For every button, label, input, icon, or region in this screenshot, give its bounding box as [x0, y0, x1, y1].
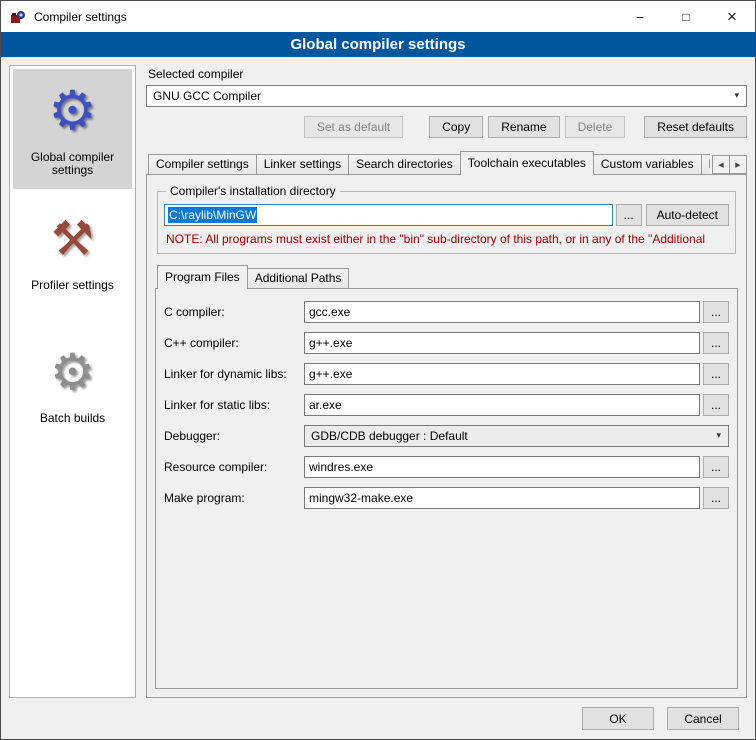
- set-as-default-button[interactable]: Set as default: [304, 116, 403, 138]
- debugger-label: Debugger:: [164, 429, 304, 443]
- tab-compiler-settings[interactable]: Compiler settings: [148, 154, 257, 174]
- dialog-header: Global compiler settings: [1, 32, 755, 57]
- tab-search-directories[interactable]: Search directories: [348, 154, 461, 174]
- installation-directory-group-title: Compiler's installation directory: [166, 184, 340, 198]
- linker-dynamic-input[interactable]: [304, 363, 700, 385]
- minimize-button[interactable]: −: [617, 1, 663, 32]
- cpp-compiler-label: C++ compiler:: [164, 336, 304, 350]
- arrow-right-icon: ▶: [735, 161, 740, 169]
- reset-defaults-button[interactable]: Reset defaults: [644, 116, 747, 138]
- make-program-label: Make program:: [164, 491, 304, 505]
- form-row-make-program: Make program: ...: [164, 487, 729, 509]
- installation-directory-browse-button[interactable]: ...: [616, 204, 642, 226]
- main-content: Selected compiler GNU GCC Compiler ▾ Set…: [146, 65, 747, 698]
- global-compiler-settings-icon: ⚙: [48, 77, 96, 145]
- tab-toolchain-executables[interactable]: Toolchain executables: [460, 151, 594, 175]
- batch-builds-icon: ⚙: [50, 338, 95, 406]
- sidebar-item-profiler-settings[interactable]: ⚒ Profiler settings: [13, 197, 132, 304]
- tab-linker-settings[interactable]: Linker settings: [256, 154, 349, 174]
- form-row-resource-compiler: Resource compiler: ...: [164, 456, 729, 478]
- selected-compiler-dropdown[interactable]: GNU GCC Compiler ▾: [146, 85, 747, 107]
- close-button[interactable]: ×: [709, 1, 755, 32]
- cpp-compiler-input[interactable]: [304, 332, 700, 354]
- chevron-down-icon: ▾: [734, 91, 739, 101]
- titlebar: Compiler settings − □ ×: [1, 1, 755, 32]
- cancel-button[interactable]: Cancel: [667, 707, 739, 730]
- make-program-browse-button[interactable]: ...: [703, 487, 729, 509]
- form-row-c-compiler: C compiler: ...: [164, 301, 729, 323]
- rename-button[interactable]: Rename: [488, 116, 559, 138]
- window-title: Compiler settings: [34, 10, 127, 24]
- tab-scroll-buttons: ◀ ▶: [713, 155, 747, 174]
- sidebar-item-label: Profiler settings: [31, 279, 114, 292]
- maximize-icon: □: [682, 10, 689, 24]
- c-compiler-browse-button[interactable]: ...: [703, 301, 729, 323]
- linker-static-browse-button[interactable]: ...: [703, 394, 729, 416]
- sidebar-item-label: Batch builds: [40, 412, 105, 425]
- profiler-settings-icon: ⚒: [51, 205, 94, 273]
- toolchain-executables-panel: Compiler's installation directory C:\ray…: [146, 174, 747, 698]
- compiler-button-row: Set as default Copy Rename Delete Reset …: [146, 116, 747, 138]
- resource-compiler-input[interactable]: [304, 456, 700, 478]
- settings-tabbar: Compiler settings Linker settings Search…: [146, 151, 747, 175]
- compiler-settings-window: Compiler settings − □ × Global compiler …: [0, 0, 756, 740]
- dialog-footer: OK Cancel: [1, 698, 755, 739]
- ok-button[interactable]: OK: [582, 707, 654, 730]
- window-icon: [10, 9, 26, 25]
- cpp-compiler-browse-button[interactable]: ...: [703, 332, 729, 354]
- auto-detect-button[interactable]: Auto-detect: [646, 204, 729, 226]
- resource-compiler-label: Resource compiler:: [164, 460, 304, 474]
- sidebar: ⚙ Global compiler settings ⚒ Profiler se…: [9, 65, 136, 698]
- dialog-body: ⚙ Global compiler settings ⚒ Profiler se…: [1, 57, 755, 698]
- chevron-down-icon: ▾: [716, 431, 721, 441]
- delete-button[interactable]: Delete: [565, 116, 626, 138]
- arrow-left-icon: ◀: [718, 161, 723, 169]
- program-files-panel: C compiler: ... C++ compiler: ... Linker…: [155, 288, 738, 689]
- installation-directory-value: C:\raylib\MinGW: [168, 207, 257, 223]
- linker-dynamic-label: Linker for dynamic libs:: [164, 367, 304, 381]
- tab-scroll-right-button[interactable]: ▶: [729, 155, 747, 174]
- linker-static-input[interactable]: [304, 394, 700, 416]
- subtab-additional-paths[interactable]: Additional Paths: [247, 268, 350, 288]
- dialog-header-title: Global compiler settings: [290, 36, 465, 53]
- sidebar-item-batch-builds[interactable]: ⚙ Batch builds: [13, 330, 132, 437]
- window-controls: − □ ×: [617, 1, 755, 32]
- bin-subdirectory-note: NOTE: All programs must exist either in …: [166, 232, 729, 246]
- selected-compiler-label: Selected compiler: [148, 67, 747, 81]
- resource-compiler-browse-button[interactable]: ...: [703, 456, 729, 478]
- close-icon: ×: [727, 7, 737, 27]
- form-row-cpp-compiler: C++ compiler: ...: [164, 332, 729, 354]
- sidebar-item-label: Global compiler settings: [15, 151, 130, 177]
- form-row-debugger: Debugger: GDB/CDB debugger : Default ▾: [164, 425, 729, 447]
- selected-compiler-value: GNU GCC Compiler: [153, 89, 728, 103]
- minimize-icon: −: [636, 9, 644, 25]
- copy-button[interactable]: Copy: [429, 116, 483, 138]
- installation-directory-row: C:\raylib\MinGW ... Auto-detect: [164, 204, 729, 226]
- settings-tabs: Compiler settings Linker settings Search…: [146, 151, 710, 175]
- program-files-tabs: Program Files Additional Paths: [155, 265, 738, 289]
- make-program-input[interactable]: [304, 487, 700, 509]
- tab-scroll-left-button[interactable]: ◀: [712, 155, 730, 174]
- debugger-value: GDB/CDB debugger : Default: [311, 429, 710, 443]
- tab-build-options[interactable]: Builc: [701, 154, 710, 174]
- subtab-program-files[interactable]: Program Files: [157, 265, 248, 289]
- linker-dynamic-browse-button[interactable]: ...: [703, 363, 729, 385]
- sidebar-item-global-compiler-settings[interactable]: ⚙ Global compiler settings: [13, 69, 132, 189]
- program-files-tabbar: Program Files Additional Paths: [155, 265, 738, 289]
- installation-directory-input[interactable]: C:\raylib\MinGW: [164, 204, 613, 226]
- debugger-select[interactable]: GDB/CDB debugger : Default ▾: [304, 425, 729, 447]
- form-row-linker-static: Linker for static libs: ...: [164, 394, 729, 416]
- form-row-linker-dynamic: Linker for dynamic libs: ...: [164, 363, 729, 385]
- linker-static-label: Linker for static libs:: [164, 398, 304, 412]
- installation-directory-group: Compiler's installation directory C:\ray…: [157, 191, 736, 254]
- c-compiler-input[interactable]: [304, 301, 700, 323]
- c-compiler-label: C compiler:: [164, 305, 304, 319]
- tab-custom-variables[interactable]: Custom variables: [593, 154, 702, 174]
- maximize-button[interactable]: □: [663, 1, 709, 32]
